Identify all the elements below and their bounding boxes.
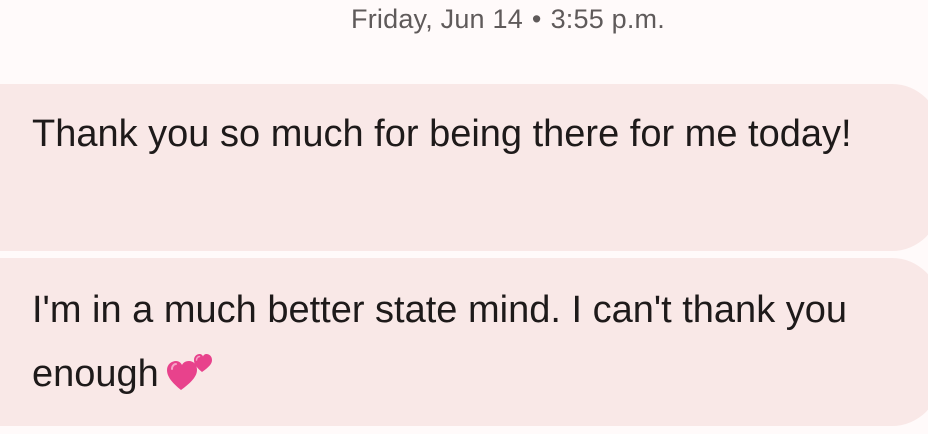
- message-text: I'm in a much better state mind. I can't…: [32, 289, 848, 395]
- message-bubble[interactable]: I'm in a much better state mind. I can't…: [0, 258, 928, 426]
- timestamp-day: Friday, Jun 14: [351, 4, 523, 34]
- message-bubble[interactable]: Thank you so much for being there for me…: [0, 84, 928, 251]
- message-text: Thank you so much for being there for me…: [32, 113, 852, 155]
- timestamp-separator: •: [531, 4, 542, 34]
- timestamp-time: 3:55 p.m.: [550, 4, 665, 34]
- message-timestamp: Friday, Jun 14 • 3:55 p.m.: [0, 4, 928, 35]
- two-hearts-icon: [166, 354, 212, 390]
